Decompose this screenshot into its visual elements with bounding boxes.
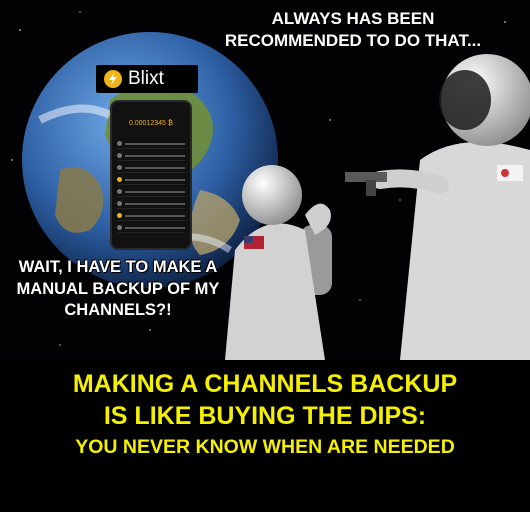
list-item: [117, 211, 185, 221]
list-item: [117, 187, 185, 197]
space-scene: Blixt 0.00012345 ₿ ALWAYS HAS BEEN RECOM…: [0, 0, 530, 360]
list-item: [117, 163, 185, 173]
phone-mockup: 0.00012345 ₿: [110, 100, 192, 250]
wallet-balance: 0.00012345 ₿: [128, 120, 174, 127]
bottom-caption-line-3: YOU NEVER KNOW WHEN ARE NEEDED: [75, 436, 455, 458]
ohio-flag-patch: [497, 165, 523, 181]
meme: Blixt 0.00012345 ₿ ALWAYS HAS BEEN RECOM…: [0, 0, 530, 512]
blixt-logo: Blixt: [96, 65, 198, 93]
logo-text: Blixt: [128, 68, 164, 89]
list-item: [117, 151, 185, 161]
list-item: [117, 223, 185, 233]
bottom-caption-line-1: MAKING A CHANNELS BACKUP: [72, 370, 458, 398]
list-item: [117, 199, 185, 209]
bottom-caption-panel: MAKING A CHANNELS BACKUP IS LIKE BUYING …: [0, 360, 530, 512]
lightning-bolt-icon: [104, 70, 122, 88]
caption-left: WAIT, I HAVE TO MAKE A MANUAL BACKUP OF …: [16, 258, 220, 319]
caption-top: ALWAYS HAS BEEN RECOMMENDED TO DO THAT..…: [224, 9, 482, 50]
list-item: [117, 139, 185, 149]
list-item: [117, 175, 185, 185]
bottom-caption-line-2: IS LIKE BUYING THE DIPS:: [103, 402, 427, 430]
